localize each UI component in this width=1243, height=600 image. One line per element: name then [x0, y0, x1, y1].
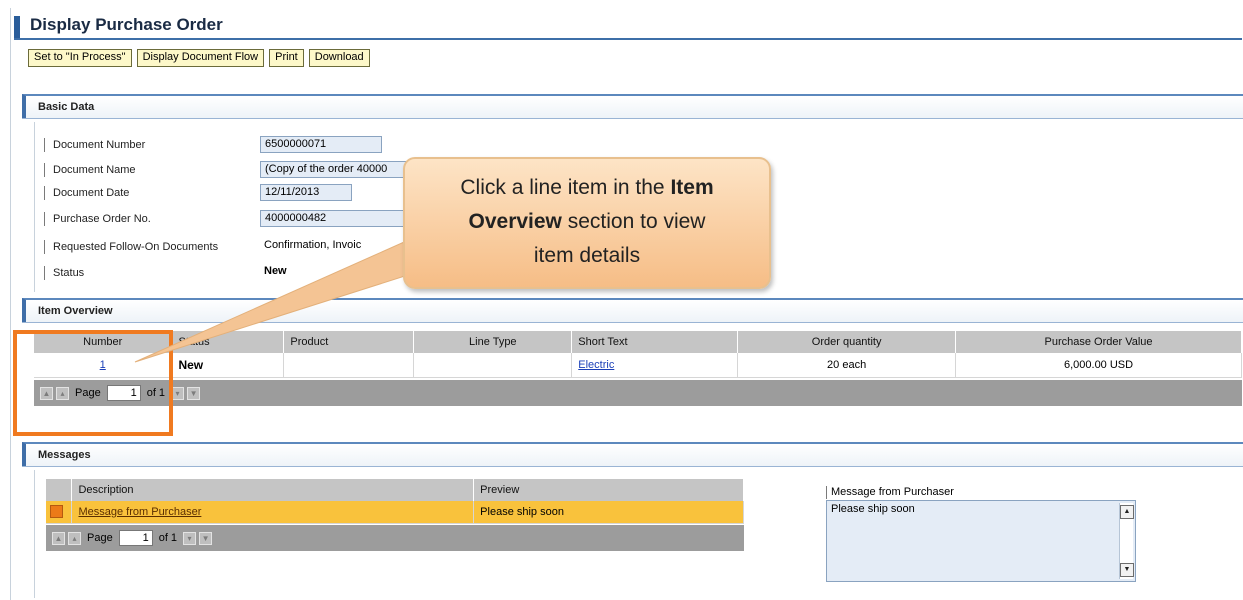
callout-line-3: item details — [533, 244, 641, 267]
callout-line-1: Click a line item in the Item — [405, 171, 769, 205]
callout-bold-1: Item — [670, 176, 714, 199]
callout-pointer-shape — [134, 225, 441, 363]
callout-text-1: Click a line item in the — [460, 176, 671, 199]
instruction-callout: Click a line item in the Item Overview s… — [403, 157, 771, 289]
callout-text-2: section to view — [561, 210, 706, 233]
callout-bold-2: Overview — [468, 210, 562, 233]
callout-pointer — [134, 225, 441, 363]
callout-line-2: Overview section to view — [405, 205, 769, 239]
